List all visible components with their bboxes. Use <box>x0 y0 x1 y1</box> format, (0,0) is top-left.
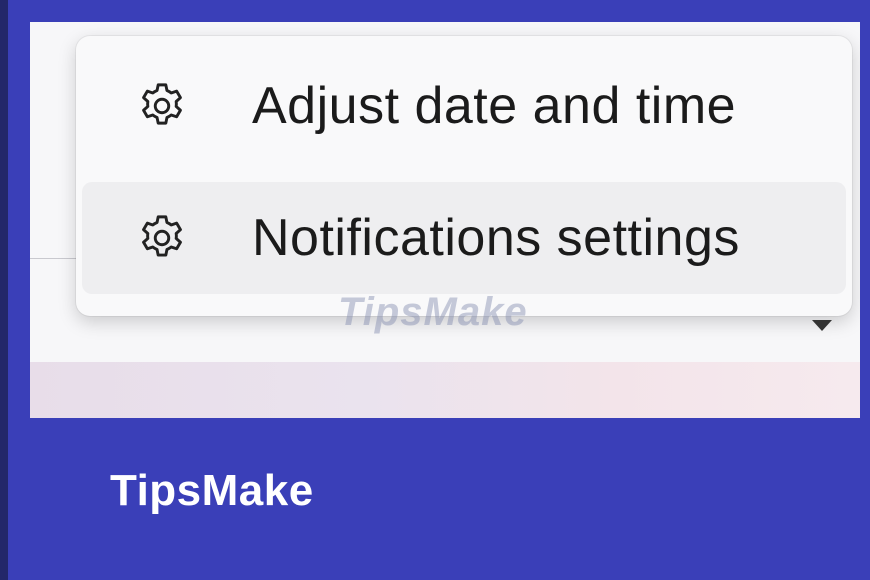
menu-item-label: Notifications settings <box>252 209 740 267</box>
watermark: TipsMake <box>338 290 528 334</box>
gear-icon <box>134 210 190 266</box>
menu-item-label: Adjust date and time <box>252 77 737 135</box>
brand-logo-text: TipsMake <box>110 466 314 515</box>
gear-icon <box>134 78 190 134</box>
frame-edge <box>0 0 8 580</box>
context-menu: Adjust date and time Notifications setti… <box>76 36 852 334</box>
divider-line <box>30 258 78 259</box>
taskbar <box>30 362 860 418</box>
screenshot-frame: Adjust date and time Notifications setti… <box>0 0 870 580</box>
menu-item-notifications-settings[interactable]: Notifications settings <box>82 182 846 294</box>
chevron-down-icon[interactable] <box>812 320 832 331</box>
menu-item-adjust-date-time[interactable]: Adjust date and time <box>82 50 846 162</box>
desktop-screen: Adjust date and time Notifications setti… <box>30 22 860 418</box>
